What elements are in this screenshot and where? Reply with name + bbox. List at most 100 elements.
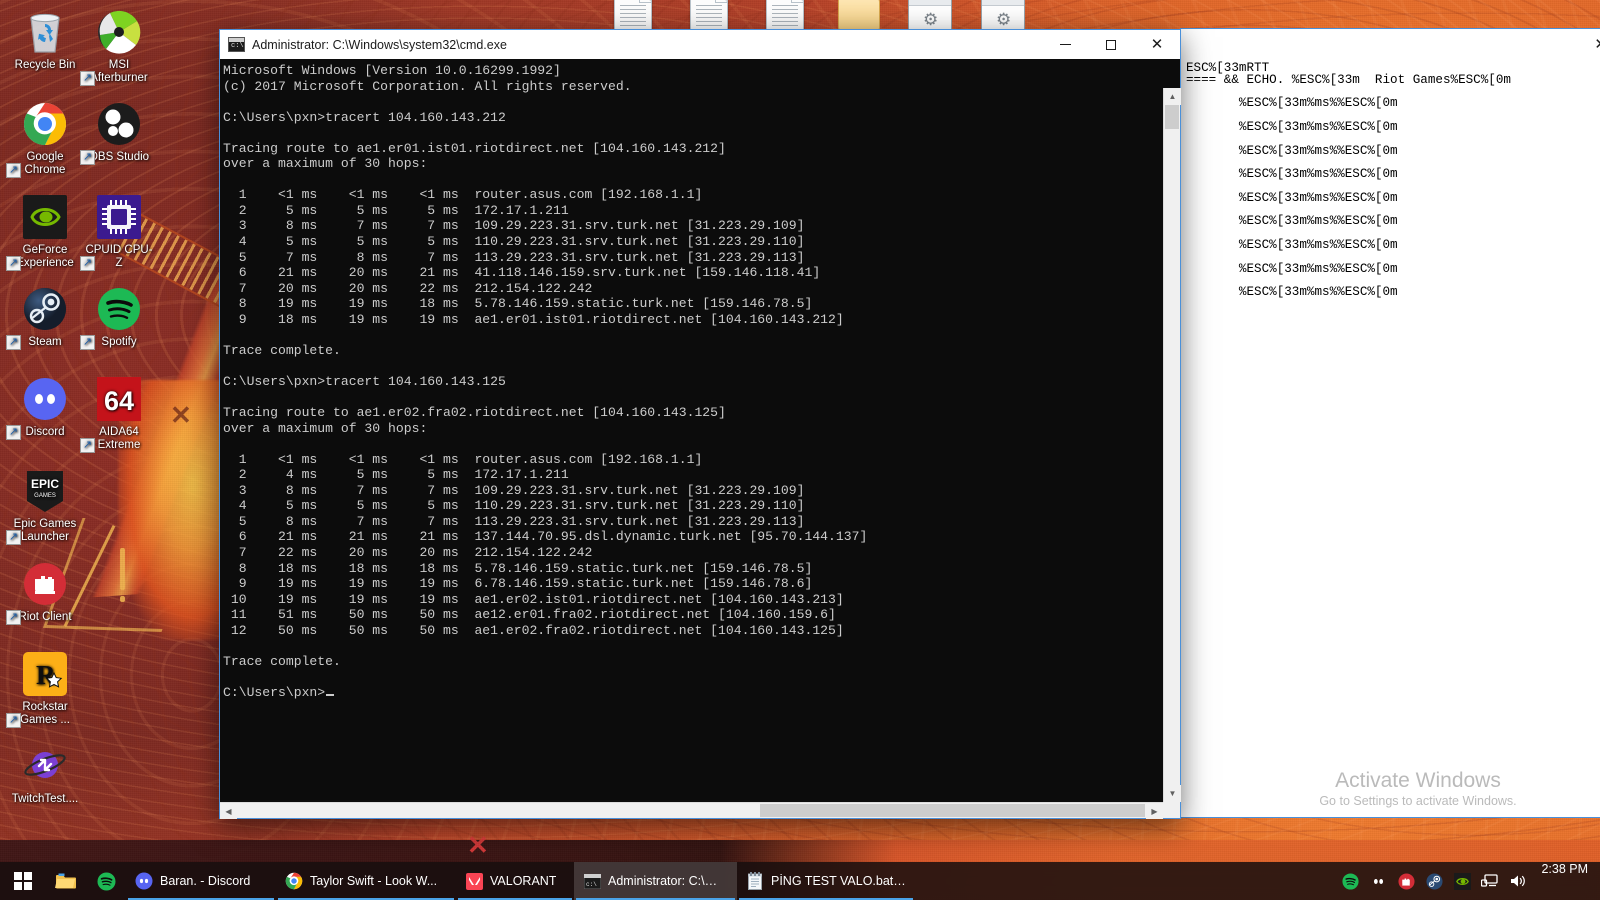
minimize-button[interactable]	[1042, 30, 1088, 59]
desktop-icon-recycle-bin[interactable]: Recycle Bin	[8, 8, 82, 72]
desktop-icon-rockstar-games[interactable]: R ↗ Rockstar Games ...	[6, 650, 82, 728]
spotify-icon	[95, 285, 143, 333]
scroll-left-arrow-icon[interactable]: ◀	[220, 803, 237, 819]
shortcut-overlay-icon: ↗	[6, 335, 21, 350]
shortcut-overlay-icon: ↗	[6, 163, 21, 178]
cmd-window[interactable]: c:\ Administrator: C:\Windows\system32\c…	[219, 29, 1181, 819]
svg-text:64: 64	[104, 386, 134, 416]
nvidia-tray-icon[interactable]	[1453, 872, 1471, 890]
shortcut-overlay-icon: ↗	[80, 438, 95, 453]
close-button[interactable]: ✕	[1134, 30, 1180, 59]
scrollbar-thumb[interactable]	[1165, 105, 1179, 129]
desktop-icon-google-chrome[interactable]: ↗ Google Chrome	[6, 100, 82, 178]
svg-text:c:\: c:\	[586, 881, 597, 888]
desktop-icon-epic-games-launcher[interactable]: EPIC GAMES ↗ Epic Games Launcher	[6, 467, 82, 545]
shortcut-overlay-icon: ↗	[80, 256, 95, 271]
desktop-icon-msi-afterburner[interactable]: ↗ MSI Afterburner	[80, 8, 156, 86]
svg-text:EPIC: EPIC	[31, 477, 59, 491]
notepad-titlebar[interactable]: ✕	[1181, 29, 1600, 58]
close-icon[interactable]: ✕	[1594, 35, 1600, 53]
discord-tray-icon[interactable]	[1369, 872, 1387, 890]
console-horizontal-scrollbar[interactable]: ◀ ▶	[220, 802, 1163, 819]
desktop-icon-discord[interactable]: ↗ Discord	[6, 375, 82, 440]
steam-tray-icon[interactable]	[1425, 872, 1443, 890]
cmd-window-title: Administrator: C:\Windows\system32\cmd.e…	[252, 37, 507, 52]
desktop-icon-spotify[interactable]: ↗ Spotify	[80, 285, 156, 350]
window-controls: ✕	[1042, 30, 1180, 59]
wallpaper-art-exclamation-dot	[120, 596, 125, 602]
taskbar-file-explorer[interactable]	[46, 862, 86, 900]
discord-icon	[135, 872, 153, 890]
cmd-titlebar[interactable]: c:\ Administrator: C:\Windows\system32\c…	[220, 30, 1180, 59]
taskbar-spotify[interactable]	[86, 862, 126, 900]
taskbar-task-valorant[interactable]: VALORANT	[456, 862, 574, 900]
valorant-icon	[465, 872, 483, 890]
file-explorer-icon	[55, 873, 76, 888]
cmd-icon: c:\	[228, 37, 245, 52]
google-chrome-icon	[285, 872, 303, 890]
notepad-icon	[746, 872, 764, 890]
discord-icon	[21, 375, 69, 423]
cmd-icon: c:\	[583, 872, 601, 890]
desktop-icon-steam[interactable]: ↗ Steam	[6, 285, 82, 350]
desktop-icon-cpuid-cpuz[interactable]: ↗ CPUID CPU-Z	[80, 193, 156, 271]
volume-tray-icon[interactable]	[1509, 872, 1527, 890]
network-tray-icon[interactable]	[1481, 872, 1499, 890]
cpuid-cpuz-icon	[95, 193, 143, 241]
desktop-icon-label: TwitchTest....	[11, 793, 79, 805]
taskbar-task-notepad[interactable]: PİNG TEST VALO.bat ...	[737, 862, 915, 900]
wallpaper-art-x-mark: ✕	[170, 400, 192, 430]
cmd-console-body[interactable]: Microsoft Windows [Version 10.0.16299.19…	[220, 59, 1181, 819]
epic-games-icon: EPIC GAMES	[21, 467, 69, 515]
recycle-bin-icon	[21, 8, 69, 56]
shortcut-overlay-icon: ↗	[6, 713, 21, 728]
svg-text:GAMES: GAMES	[34, 493, 56, 499]
shortcut-overlay-icon: ↗	[6, 610, 21, 625]
riot-client-tray-icon[interactable]	[1397, 872, 1415, 890]
google-chrome-icon	[21, 100, 69, 148]
wallpaper-art-x-mark: ✕	[467, 830, 489, 860]
steam-icon	[21, 285, 69, 333]
console-vertical-scrollbar[interactable]: ▲ ▼	[1163, 88, 1181, 802]
shortcut-overlay-icon: ↗	[80, 150, 95, 165]
scroll-right-arrow-icon[interactable]: ▶	[1146, 803, 1163, 819]
shortcut-overlay-icon: ↗	[80, 71, 95, 86]
desktop-icon-riot-client[interactable]: ↗ Riot Client	[6, 560, 82, 625]
obs-studio-icon	[95, 100, 143, 148]
folder-icon	[838, 0, 880, 30]
taskbar-task-label: PİNG TEST VALO.bat ...	[771, 874, 906, 888]
scroll-down-arrow-icon[interactable]: ▼	[1164, 785, 1181, 802]
desktop-icon-twitchtest[interactable]: TwitchTest....	[8, 742, 82, 806]
taskbar-task-label: Administrator: C:\Wi...	[608, 874, 728, 888]
system-tray	[1341, 862, 1537, 900]
taskbar-spacer	[915, 862, 1341, 900]
shortcut-overlay-icon: ↗	[80, 335, 95, 350]
taskbar-clock[interactable]: 2:38 PM	[1537, 862, 1600, 900]
maximize-button[interactable]	[1088, 30, 1134, 59]
start-button[interactable]	[0, 862, 46, 900]
desktop-icon-aida64[interactable]: 64 ↗ AIDA64 Extreme	[80, 375, 156, 453]
scroll-up-arrow-icon[interactable]: ▲	[1164, 88, 1181, 105]
notepad-text-content[interactable]: ESC%[33mRTT ==== && ECHO. %ESC%[33m Riot…	[1186, 62, 1599, 299]
wallpaper-art-exclamation	[120, 548, 125, 590]
console-cursor	[326, 693, 335, 696]
taskbar[interactable]: Baran. - Discord Taylor Swift - Look W..…	[0, 862, 1600, 900]
scrollbar-thumb[interactable]	[760, 804, 1145, 817]
spotify-icon	[97, 872, 115, 890]
taskbar-task-chrome[interactable]: Taylor Swift - Look W...	[276, 862, 456, 900]
desktop-icon-obs-studio[interactable]: ↗ OBS Studio	[80, 100, 156, 165]
taskbar-task-label: VALORANT	[490, 874, 557, 888]
scrollbar-corner	[1163, 802, 1180, 818]
taskbar-task-label: Baran. - Discord	[160, 874, 251, 888]
msi-afterburner-icon	[95, 8, 143, 56]
notepad-window[interactable]: ✕ ▲ ESC%[33mRTT ==== && ECHO. %ESC%[33m …	[1180, 28, 1600, 818]
desktop-icon-geforce-experience[interactable]: ↗ GeForce Experience	[6, 193, 82, 271]
spotify-tray-icon[interactable]	[1341, 872, 1359, 890]
taskbar-task-discord[interactable]: Baran. - Discord	[126, 862, 276, 900]
twitchtest-icon	[21, 742, 69, 790]
shortcut-overlay-icon: ↗	[6, 530, 21, 545]
console-output-text[interactable]: Microsoft Windows [Version 10.0.16299.19…	[220, 59, 867, 700]
taskbar-task-cmd[interactable]: c:\ Administrator: C:\Wi...	[574, 862, 737, 900]
rockstar-games-icon: R	[21, 650, 69, 698]
taskbar-task-label: Taylor Swift - Look W...	[310, 874, 438, 888]
